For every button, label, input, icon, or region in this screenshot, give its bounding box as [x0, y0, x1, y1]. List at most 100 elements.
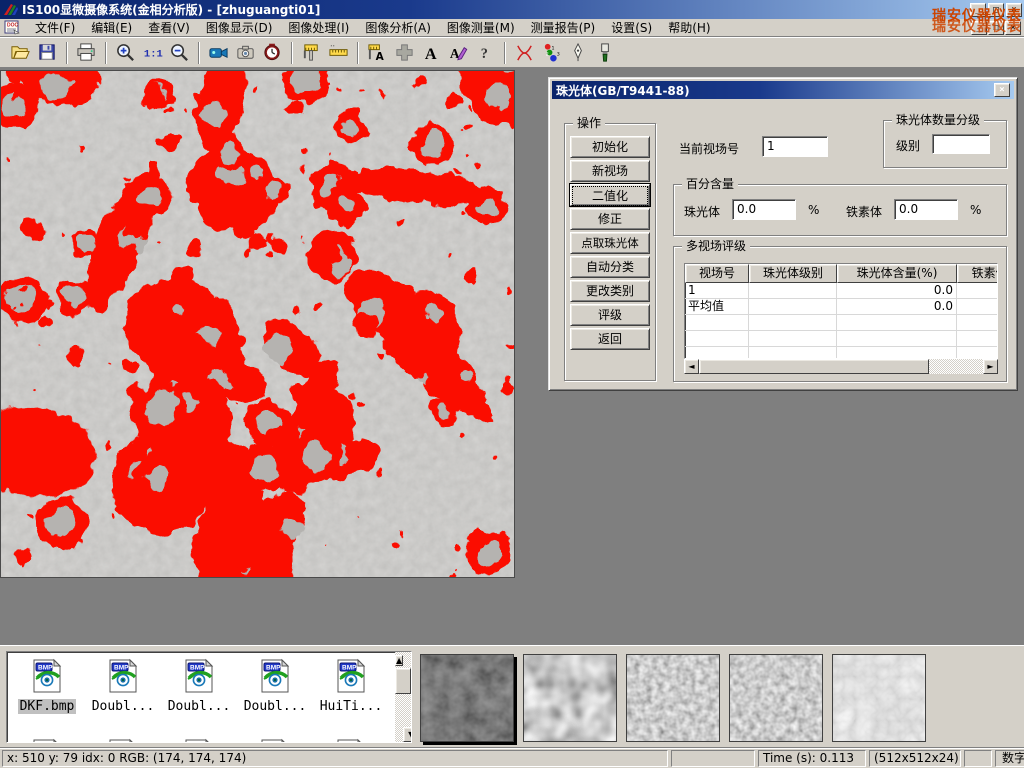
file-vscrollbar[interactable]: ▲ ▼ [395, 652, 411, 742]
menu-item-7[interactable]: 图像测量(M) [439, 18, 523, 37]
thumbnail-2[interactable] [523, 654, 617, 742]
open-icon[interactable] [8, 41, 33, 65]
percent-group: 百分含量 珠光体 0.0 % 铁素体 0.0 % [673, 184, 1007, 236]
op-button-8[interactable]: 评级 [570, 304, 650, 326]
menu-item-3[interactable]: 查看(V) [140, 18, 198, 37]
ferrite-percent-input[interactable]: 0.0 [894, 199, 958, 220]
caliper-icon[interactable] [299, 41, 324, 65]
one-to-one-icon[interactable]: 1:1 [140, 41, 165, 65]
video-camera-icon[interactable] [206, 41, 231, 65]
save-icon[interactable] [35, 41, 60, 65]
mdi-close-button[interactable]: × [1005, 21, 1021, 35]
op-button-label: 点取珠光体 [581, 236, 639, 250]
table-row-3[interactable] [685, 315, 997, 331]
scroll-left-icon[interactable]: ◄ [684, 359, 699, 374]
op-button-7[interactable]: 更改类别 [570, 280, 650, 302]
file-item-2[interactable]: BMPDoubl... [85, 654, 161, 726]
table-col-header-3[interactable]: 珠光体含量(%) [837, 264, 957, 283]
table-row-4[interactable] [685, 331, 997, 347]
file-item-row2-2[interactable]: BMP [85, 734, 161, 743]
minimize-button[interactable]: _ [970, 3, 986, 17]
ruler-icon[interactable] [326, 41, 351, 65]
camera-mode: 数字 [995, 750, 1024, 767]
svg-text:BMP: BMP [342, 665, 357, 672]
zoom-out-icon[interactable] [167, 41, 192, 65]
menu-item-8[interactable]: 测量报告(P) [523, 18, 604, 37]
op-button-5[interactable]: 点取珠光体 [570, 232, 650, 254]
thumbnail-1[interactable] [420, 654, 514, 742]
hscroll-thumb[interactable] [699, 359, 929, 374]
grading-group: 珠光体数量分级 级别 [883, 120, 1007, 168]
caliper-text-icon[interactable]: A [365, 41, 390, 65]
brush-icon[interactable] [593, 41, 618, 65]
photo-camera-icon[interactable] [233, 41, 258, 65]
bmp-file-icon: BMP [257, 658, 293, 697]
table-row-2[interactable]: 平均值0.0 [685, 299, 997, 315]
table-col-header-4[interactable]: 铁素体含量(%) [957, 264, 998, 283]
op-button-1[interactable]: 初始化 [570, 136, 650, 158]
op-button-4[interactable]: 修正 [570, 208, 650, 230]
file-item-row2-1[interactable]: BMP [9, 734, 85, 743]
pearlite-percent-input[interactable]: 0.0 [732, 199, 796, 220]
zoom-in-icon[interactable] [113, 41, 138, 65]
vscroll-thumb[interactable] [395, 668, 411, 694]
table-col-header-1[interactable]: 视场号 [685, 264, 749, 283]
menu-item-5[interactable]: 图像处理(I) [280, 18, 357, 37]
status-bar: x: 510 y: 79 idx: 0 RGB: (174, 174, 174)… [0, 747, 1024, 768]
curve-tool-icon[interactable] [512, 41, 537, 65]
thumbnail-5[interactable] [832, 654, 926, 742]
menu-item-6[interactable]: 图像分析(A) [357, 18, 439, 37]
toolbar-group-1 [4, 41, 64, 65]
table-cell [749, 347, 837, 359]
menu-item-9[interactable]: 设置(S) [603, 18, 660, 37]
table-row-5[interactable] [685, 347, 997, 359]
file-item-5[interactable]: BMPHuiTi... [313, 654, 389, 726]
op-button-9[interactable]: 返回 [570, 328, 650, 350]
close-button[interactable]: × [1006, 3, 1022, 17]
file-item-row2-3[interactable]: BMP [161, 734, 237, 743]
table-cell [957, 315, 998, 330]
print-icon[interactable] [74, 41, 99, 65]
file-item-1[interactable]: BMPDKF.bmp [9, 654, 85, 726]
timer-icon[interactable] [260, 41, 285, 65]
svg-text:BMP: BMP [38, 665, 53, 672]
scroll-down-icon[interactable]: ▼ [403, 727, 412, 742]
op-button-2[interactable]: 新视场 [570, 160, 650, 182]
processing-time: Time (s): 0.113 [758, 750, 866, 767]
file-item-row2-4[interactable]: BMP [237, 734, 313, 743]
merge-icon[interactable] [392, 41, 417, 65]
op-button-3[interactable]: 二值化 [570, 184, 650, 206]
level-input[interactable] [932, 134, 990, 154]
annotate-icon[interactable]: A [446, 41, 471, 65]
menu-item-2[interactable]: 编辑(E) [83, 18, 140, 37]
table-row-1[interactable]: 10.0 [685, 283, 997, 299]
scroll-up-icon[interactable]: ▲ [395, 655, 403, 666]
mdi-minimize-button[interactable]: _ [971, 21, 987, 35]
table-hscrollbar[interactable]: ◄ ► [684, 359, 998, 374]
svg-text:1: 1 [552, 46, 555, 52]
micrograph-image[interactable] [0, 70, 515, 578]
maximize-button[interactable]: □ [988, 3, 1004, 17]
menu-item-10[interactable]: 帮助(H) [660, 18, 718, 37]
pen-icon[interactable] [566, 41, 591, 65]
file-item-3[interactable]: BMPDoubl... [161, 654, 237, 726]
file-item-4[interactable]: BMPDoubl... [237, 654, 313, 726]
thumbnail-4[interactable] [729, 654, 823, 742]
dialog-close-button[interactable]: × [994, 83, 1010, 97]
menu-item-4[interactable]: 图像显示(D) [198, 18, 281, 37]
status-spacer-1 [671, 750, 755, 767]
current-field-input[interactable]: 1 [762, 136, 828, 157]
text-icon[interactable]: A [419, 41, 444, 65]
menu-item-1[interactable]: 文件(F) [27, 18, 83, 37]
table-col-header-2[interactable]: 珠光体级别 [749, 264, 837, 283]
mdi-restore-button[interactable]: ❐ [988, 21, 1004, 35]
table-cell [957, 299, 998, 314]
classify-icon[interactable]: 123 [539, 41, 564, 65]
help-icon[interactable]: ? [473, 41, 498, 65]
op-button-6[interactable]: 自动分类 [570, 256, 650, 278]
table-cell: 1 [685, 283, 749, 298]
thumbnail-3[interactable] [626, 654, 720, 742]
dialog-title-bar[interactable]: 珠光体(GB/T9441-88) × [552, 81, 1014, 99]
file-item-row2-5[interactable]: BMP [313, 734, 389, 743]
scroll-right-icon[interactable]: ► [983, 359, 998, 374]
